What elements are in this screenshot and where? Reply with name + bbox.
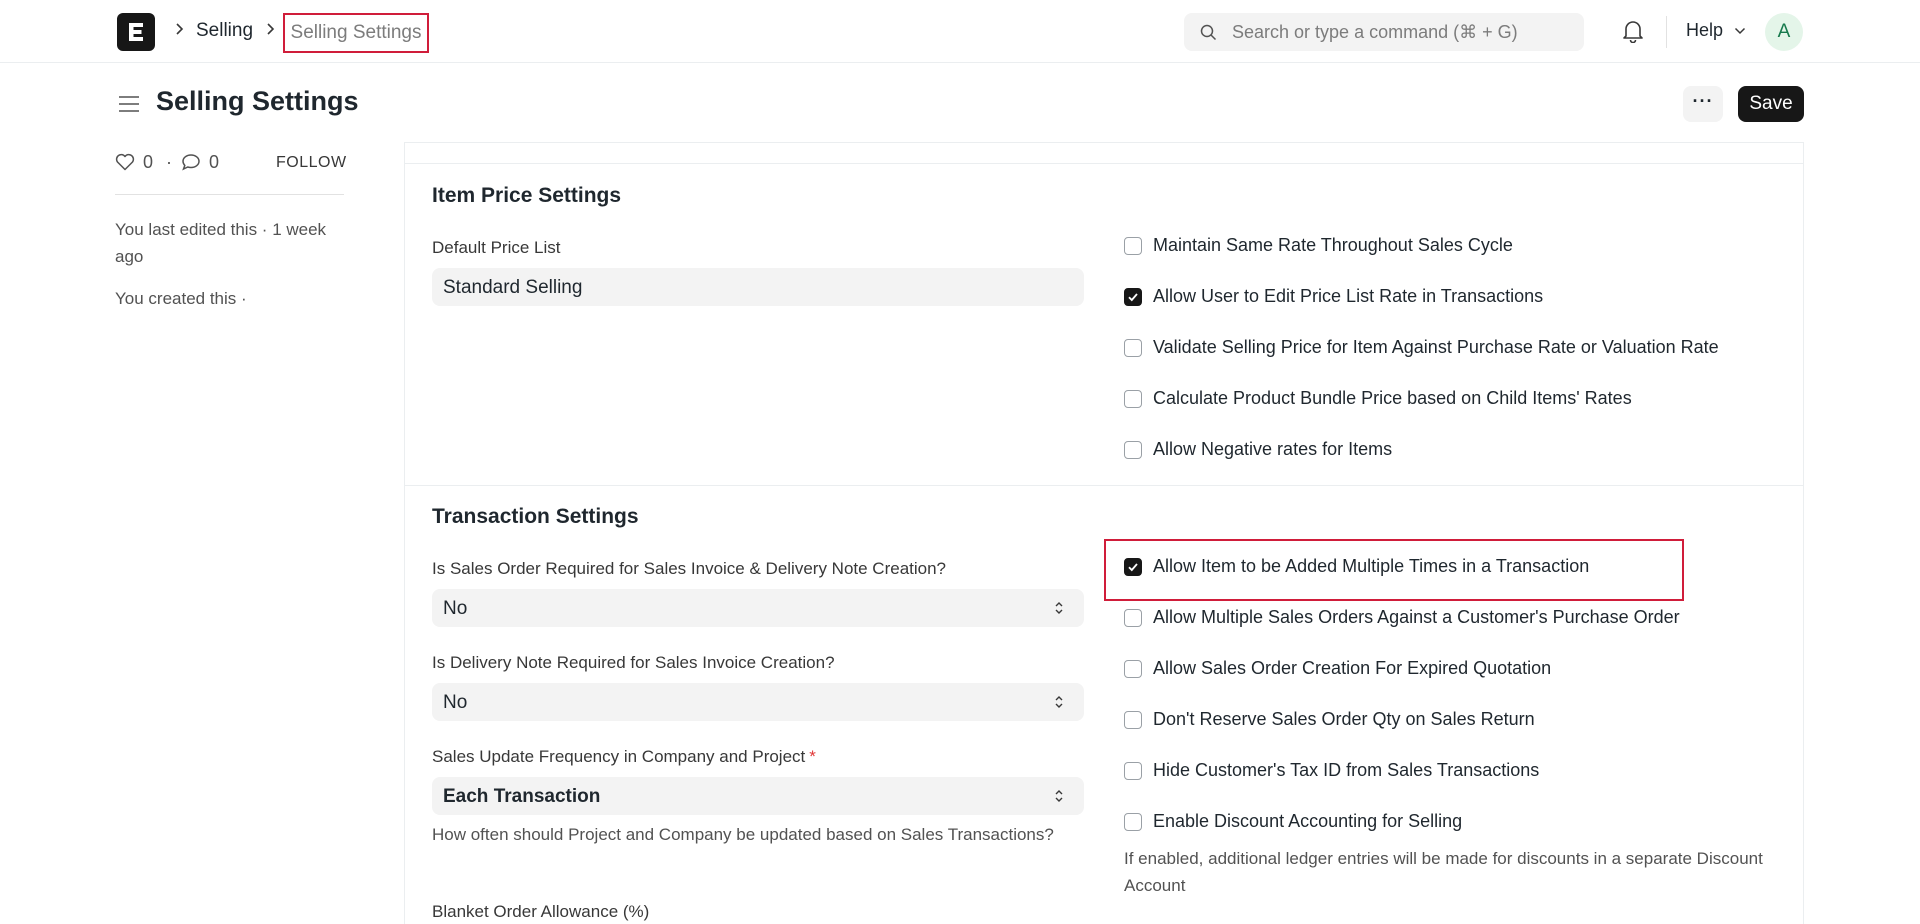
select-arrows-icon <box>1055 696 1063 708</box>
default-price-list-field[interactable]: Standard Selling <box>432 268 1084 306</box>
discount-accounting-description: If enabled, additional ledger entries wi… <box>1124 849 1763 895</box>
checkbox[interactable] <box>1124 339 1142 357</box>
section-title-item-price: Item Price Settings <box>432 184 622 207</box>
checkbox[interactable] <box>1124 558 1142 576</box>
help-dropdown[interactable]: Help <box>1686 20 1746 41</box>
chevron-down-icon <box>1735 28 1746 35</box>
checkmark-icon <box>1128 563 1138 572</box>
comment-count: 0 <box>209 152 220 172</box>
breadcrumb-current[interactable]: Selling Settings <box>283 13 429 53</box>
checkbox-label: Calculate Product Bundle Price based on … <box>1153 388 1632 408</box>
checkbox[interactable] <box>1124 762 1142 780</box>
checkbox-label: Allow Sales Order Creation For Expired Q… <box>1153 658 1552 678</box>
checkbox[interactable] <box>1124 609 1142 627</box>
checkbox[interactable] <box>1124 390 1142 408</box>
checkbox-label: Validate Selling Price for Item Against … <box>1153 337 1719 357</box>
sidebar-toggle-icon[interactable] <box>118 94 140 119</box>
select-arrows-icon <box>1055 790 1063 802</box>
required-mark: * <box>809 747 816 766</box>
checkbox-label: Allow Item to be Added Multiple Times in… <box>1153 556 1590 576</box>
follow-button[interactable]: FOLLOW <box>276 154 347 172</box>
checkbox-label: Enable Discount Accounting for Selling <box>1153 811 1463 831</box>
checkbox[interactable] <box>1124 660 1142 678</box>
heart-icon <box>115 153 135 171</box>
like-button[interactable]: 0 <box>115 152 153 173</box>
search-icon <box>1200 24 1217 41</box>
more-actions-button[interactable]: ··· <box>1683 86 1723 122</box>
checkbox-label: Allow Multiple Sales Orders Against a Cu… <box>1153 607 1680 627</box>
nav-divider <box>1666 16 1667 48</box>
section-divider <box>404 485 1804 486</box>
section-title-transaction: Transaction Settings <box>432 505 639 528</box>
checkbox[interactable] <box>1124 441 1142 459</box>
last-edited-info: You last edited this · 1 week ago <box>115 220 327 266</box>
update-frequency-description: How often should Project and Company be … <box>432 825 1054 844</box>
search-input[interactable]: Search or type a command (⌘ + G) <box>1232 22 1518 43</box>
breadcrumb-selling[interactable]: Selling <box>196 20 253 42</box>
update-frequency-label: Sales Update Frequency in Company and Pr… <box>432 747 816 767</box>
created-info: You created this · <box>115 289 247 308</box>
update-frequency-value: Each Transaction <box>443 786 601 807</box>
default-price-list-value: Standard Selling <box>443 277 583 298</box>
dn-required-label: Is Delivery Note Required for Sales Invo… <box>432 653 835 672</box>
help-label: Help <box>1686 20 1724 40</box>
so-required-value: No <box>443 598 468 619</box>
checkbox[interactable] <box>1124 813 1142 831</box>
update-frequency-label-text: Sales Update Frequency in Company and Pr… <box>432 747 806 766</box>
checkbox-label: Allow User to Edit Price List Rate in Tr… <box>1153 286 1544 306</box>
so-required-select[interactable]: No <box>432 589 1084 627</box>
checkbox-label: Hide Customer's Tax ID from Sales Transa… <box>1153 760 1540 780</box>
search-bar[interactable]: Search or type a command (⌘ + G) <box>1184 13 1584 51</box>
section-divider <box>404 163 1804 164</box>
chevron-right-icon <box>174 22 184 39</box>
so-required-label: Is Sales Order Required for Sales Invoic… <box>432 559 947 578</box>
chevron-right-icon <box>265 22 275 39</box>
blanket-order-allowance-label: Blanket Order Allowance (%) <box>432 902 650 921</box>
save-button[interactable]: Save <box>1738 86 1804 122</box>
checkbox-label: Allow Negative rates for Items <box>1153 439 1393 459</box>
like-count: 0 <box>143 152 154 172</box>
app-logo-icon[interactable] <box>117 13 155 51</box>
update-frequency-select[interactable]: Each Transaction <box>432 777 1084 815</box>
stats-separator: · <box>166 152 172 172</box>
checkbox[interactable] <box>1124 237 1142 255</box>
checkbox-label: Don't Reserve Sales Order Qty on Sales R… <box>1153 709 1535 729</box>
notification-bell-icon[interactable] <box>1622 19 1644 48</box>
top-navbar: Selling Selling Settings Search or type … <box>0 0 1920 63</box>
select-arrows-icon <box>1055 602 1063 614</box>
page-title: Selling Settings <box>156 86 359 116</box>
avatar[interactable]: A <box>1765 13 1803 51</box>
checkbox-label: Maintain Same Rate Throughout Sales Cycl… <box>1153 235 1513 255</box>
dn-required-value: No <box>443 692 468 713</box>
comment-icon <box>182 154 200 171</box>
checkbox[interactable] <box>1124 288 1142 306</box>
sidebar-divider <box>115 194 344 195</box>
default-price-list-label: Default Price List <box>432 238 561 257</box>
checkmark-icon <box>1128 293 1138 302</box>
comment-button[interactable]: 0 <box>181 152 219 173</box>
checkbox[interactable] <box>1124 711 1142 729</box>
dn-required-select[interactable]: No <box>432 683 1084 721</box>
